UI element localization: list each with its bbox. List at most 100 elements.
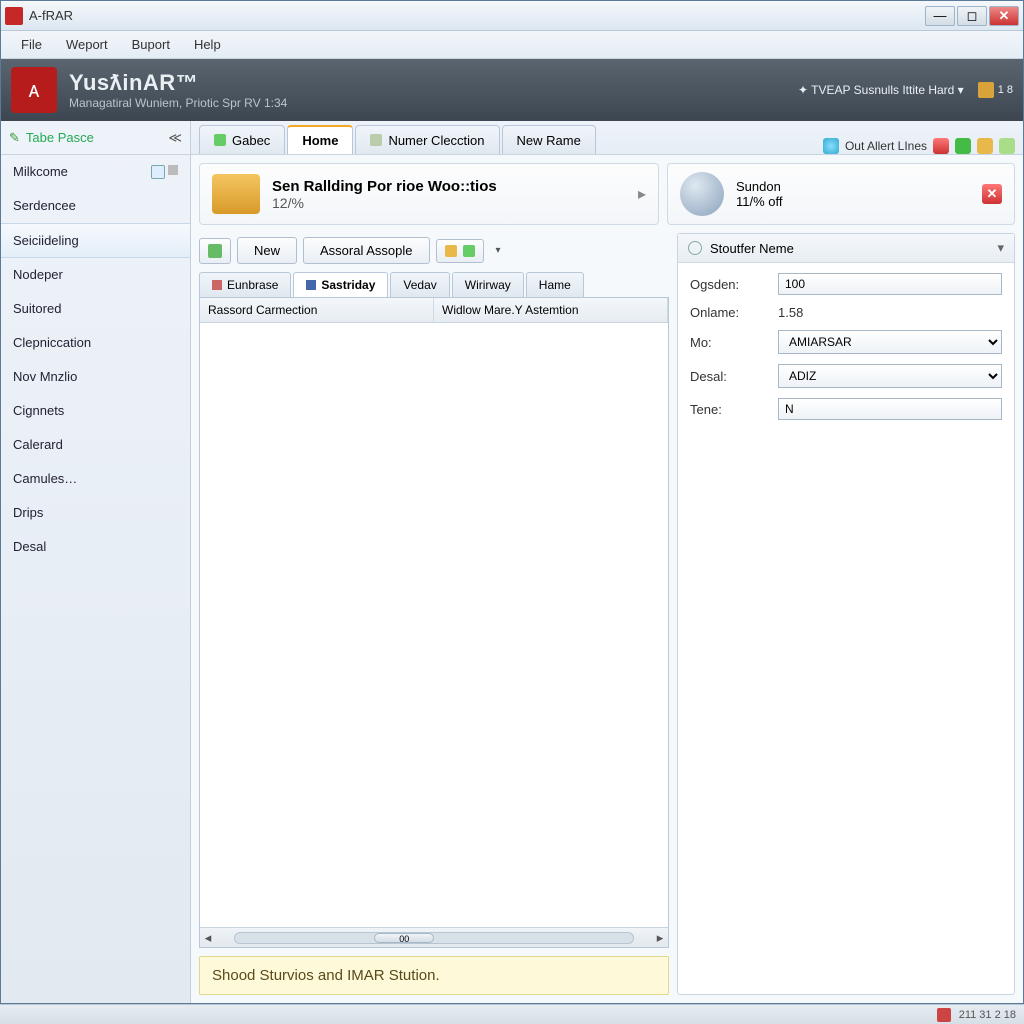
grid-col-1[interactable]: Widlow Mare.Y Astemtion: [434, 298, 668, 322]
panel-dropdown-icon[interactable]: ▾: [997, 240, 1004, 256]
assoral-label: Assoral Assople: [320, 243, 413, 258]
tab-numer-clecction[interactable]: Numer Clecction: [355, 125, 499, 154]
tab-gabec[interactable]: Gabec: [199, 125, 285, 154]
tab-home[interactable]: Home: [287, 125, 353, 154]
new-label: New: [254, 243, 280, 258]
sidebar-item-label: Clepniccation: [13, 335, 91, 350]
ogsden-input[interactable]: [778, 273, 1002, 295]
panel-header[interactable]: Stoutfer Neme ▾: [678, 234, 1014, 263]
subtab-icon: [212, 280, 222, 290]
tab-label: Home: [302, 133, 338, 148]
toolbar-more-dropdown[interactable]: ▾: [490, 245, 507, 256]
sidebar-item-label: Drips: [13, 505, 43, 520]
app-icon: [5, 7, 23, 25]
out-alert-label[interactable]: Out Allert LInes: [845, 139, 927, 153]
statusbar: 211 31 2 18: [0, 1004, 1024, 1024]
sidebar-item-desal[interactable]: Desal: [1, 530, 190, 564]
status-icon: [937, 1008, 951, 1022]
status-text: 211 31 2 18: [959, 1009, 1016, 1021]
desal-label: Desal:: [690, 369, 770, 384]
package-icon: [212, 174, 260, 214]
tab-icon: [214, 134, 226, 146]
sidebar-item-serdencee[interactable]: Serdencee: [1, 189, 190, 223]
menu-weport[interactable]: Weport: [54, 33, 120, 56]
left-column: New Assoral Assople ▾ Eunbrase Sastriday…: [199, 233, 669, 995]
data-grid: Rassord Carmection Widlow Mare.Y Astemti…: [199, 297, 669, 948]
sidebar-item-label: Camules…: [13, 471, 77, 486]
sidebar-item-milkcome[interactable]: Milkcome: [1, 155, 190, 189]
grid-header: Rassord Carmection Widlow Mare.Y Astemti…: [200, 298, 668, 323]
subtab-sastriday[interactable]: Sastriday: [293, 272, 388, 297]
brand-status-dropdown[interactable]: ✦ TVEAP Susnulls Ittite Hard ▾: [798, 83, 964, 97]
menu-buport[interactable]: Buport: [120, 33, 182, 56]
banner-primary[interactable]: Sen Rallding Por rioe Woo::tios 12/% ▸: [199, 163, 659, 225]
play-icon: [151, 165, 165, 179]
desal-select[interactable]: ADIZ: [778, 364, 1002, 388]
tab-new-rame[interactable]: New Rame: [502, 125, 596, 154]
maximize-button[interactable]: ◻: [957, 6, 987, 26]
banner2-text: Sundon 11/% off: [736, 179, 783, 209]
sidebar-item-seiciideling[interactable]: Seiciideling: [1, 223, 190, 258]
sidebar-item-label: Nov Mnzlio: [13, 369, 77, 384]
banner-close-button[interactable]: ✕: [982, 184, 1002, 204]
sidebar-item-label: Seiciideling: [13, 233, 79, 248]
subtab-wirirway[interactable]: Wirirway: [452, 272, 524, 297]
sidebar-item-label: Cignnets: [13, 403, 64, 418]
sidebar-item-drips[interactable]: Drips: [1, 496, 190, 530]
orange-action-icon[interactable]: [977, 138, 993, 154]
scroll-thumb[interactable]: 00: [374, 933, 434, 943]
main-tab-row: Gabec Home Numer Clecction New Rame Out …: [191, 121, 1023, 155]
tab-label: Gabec: [232, 133, 270, 148]
banner2-sub: 11/% off: [736, 194, 783, 209]
box-icon: [168, 165, 178, 175]
collapse-icon[interactable]: ≪: [168, 130, 182, 146]
sidebar-item-nov-mnzlio[interactable]: Nov Mnzlio: [1, 360, 190, 394]
notice-bar: Shood Sturvios and IMAR Stution.: [199, 956, 669, 995]
notice-text: Shood Sturvios and IMAR Stution.: [212, 967, 440, 984]
minimize-button[interactable]: —: [925, 6, 955, 26]
window-title: A-fRAR: [29, 8, 925, 23]
tene-input[interactable]: [778, 398, 1002, 420]
filter-button[interactable]: [436, 239, 484, 263]
subtab-eunbrase[interactable]: Eunbrase: [199, 272, 291, 297]
green-action-icon[interactable]: [955, 138, 971, 154]
mo-select[interactable]: AMIARSAR: [778, 330, 1002, 354]
subtab-label: Hame: [539, 278, 571, 292]
assoral-button[interactable]: Assoral Assople: [303, 237, 430, 264]
new-button[interactable]: New: [237, 237, 297, 264]
main-tabs: Gabec Home Numer Clecction New Rame: [199, 125, 596, 154]
brand-logo-icon: ᴀ: [11, 67, 57, 113]
add-button[interactable]: [199, 238, 231, 264]
subtab-hame[interactable]: Hame: [526, 272, 584, 297]
sidebar-item-calerard[interactable]: Calerard: [1, 428, 190, 462]
scroll-track[interactable]: 00: [234, 932, 634, 944]
sidebar-item-camules[interactable]: Camules…: [1, 462, 190, 496]
red-action-icon[interactable]: [933, 138, 949, 154]
sidebar-header[interactable]: ✎ Tabe Pasce ≪: [1, 121, 190, 155]
scroll-left-button[interactable]: ◂: [200, 930, 216, 946]
banner2-title: Sundon: [736, 179, 783, 194]
close-button[interactable]: ✕: [989, 6, 1019, 26]
grid-body[interactable]: [200, 323, 668, 927]
scroll-right-button[interactable]: ▸: [652, 930, 668, 946]
plus-icon: [208, 244, 222, 258]
sidebar-item-cignnets[interactable]: Cignnets: [1, 394, 190, 428]
banner-text: Sen Rallding Por rioe Woo::tios 12/%: [272, 178, 497, 211]
sidebar-item-clepniccation[interactable]: Clepniccation: [1, 326, 190, 360]
grid-col-0[interactable]: Rassord Carmection: [200, 298, 434, 322]
sidebar-header-label: Tabe Pasce: [26, 130, 94, 145]
banner-sub: 12/%: [272, 195, 497, 211]
menu-help[interactable]: Help: [182, 33, 233, 56]
subtab-label: Eunbrase: [227, 278, 278, 292]
subtab-vedav[interactable]: Vedav: [390, 272, 449, 297]
leaf-action-icon[interactable]: [999, 138, 1015, 154]
sidebar-item-suitored[interactable]: Suitored: [1, 292, 190, 326]
globe-icon: [823, 138, 839, 154]
tab-icon: [370, 134, 382, 146]
main-area: Gabec Home Numer Clecction New Rame Out …: [191, 121, 1023, 1003]
menu-file[interactable]: File: [9, 33, 54, 56]
sidebar-item-nodeper[interactable]: Nodeper: [1, 258, 190, 292]
sidebar-item-label: Desal: [13, 539, 46, 554]
brand-badge-icon: [978, 82, 994, 98]
funnel-icon: [445, 245, 457, 257]
